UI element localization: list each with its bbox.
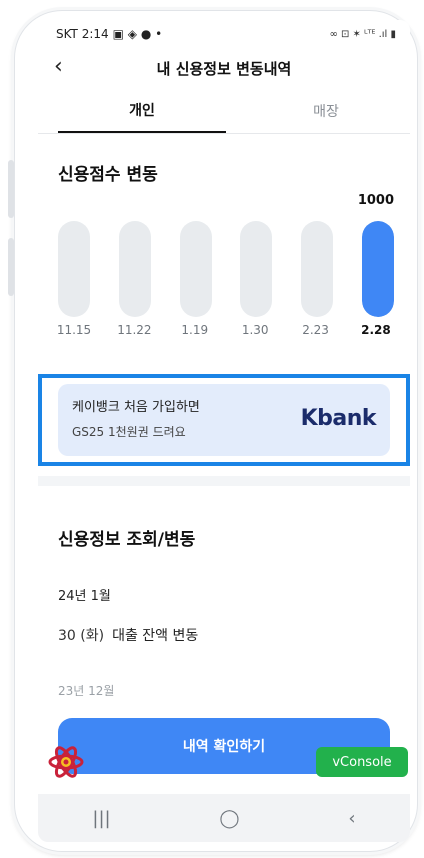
chart-bar xyxy=(240,221,273,317)
notification-icons: ▣ ◈ ● • xyxy=(112,27,163,41)
power-button xyxy=(8,238,14,296)
volume-button xyxy=(8,160,14,218)
month-header-next: 23년 12월 xyxy=(58,684,115,698)
back-icon[interactable]: ‹ xyxy=(54,54,63,79)
chart-x-label: 11.15 xyxy=(56,323,92,337)
chart-value-label: 1000 xyxy=(357,193,394,208)
credit-info-title: 신용정보 조회/변동 xyxy=(58,530,196,550)
chart-x-label: 2.28 xyxy=(361,323,391,337)
chart-x-label: 2.23 xyxy=(302,323,329,337)
entry-text: 대출 잔액 변동 xyxy=(112,628,199,644)
list-item[interactable]: 30 (화) 대출 잔액 변동 xyxy=(58,625,198,645)
chart-bars xyxy=(58,221,394,317)
chart-x-label: 1.19 xyxy=(181,323,209,337)
chart-bar-fill xyxy=(361,221,394,317)
vconsole-button[interactable]: vConsole xyxy=(316,747,408,777)
chart-x-label: 11.22 xyxy=(117,323,152,337)
chart-bar xyxy=(179,221,212,317)
score-section-title: 신용점수 변동 xyxy=(58,165,158,185)
system-nav-bar: ||| ◯ ‹ xyxy=(38,794,410,842)
chart-bar xyxy=(58,221,90,317)
chart-bar xyxy=(301,221,334,317)
home-icon[interactable]: ◯ xyxy=(219,808,239,829)
tab-store[interactable]: 매장 xyxy=(242,88,410,133)
app-screen: SKT 2:14 ▣ ◈ ● • ∞ ⊡ ✶ ᴸᵀᴱ .ıl ▮ ‹ 내 신용정… xyxy=(38,20,410,842)
nav-back-icon[interactable]: ‹ xyxy=(348,808,355,829)
score-chart: 1000 11.15 11.22 1.19 1.30 2.23 2.28 xyxy=(38,191,410,361)
kbank-logo: Kbank xyxy=(300,406,377,431)
entry-date: 30 (화) xyxy=(58,628,105,644)
system-icons: ∞ ⊡ ✶ ᴸᵀᴱ .ıl ▮ xyxy=(329,28,396,40)
chart-bar xyxy=(361,221,394,317)
chart-x-labels: 11.15 11.22 1.19 1.30 2.23 2.28 xyxy=(52,323,398,337)
react-devtools-icon[interactable] xyxy=(48,744,84,780)
kbank-promo-banner[interactable]: 케이뱅크 처음 가입하면 GS25 1천원권 드려요 Kbank xyxy=(58,384,390,456)
chart-x-label: 1.30 xyxy=(241,323,269,337)
section-divider xyxy=(38,476,410,486)
status-bar: SKT 2:14 ▣ ◈ ● • ∞ ⊡ ✶ ᴸᵀᴱ .ıl ▮ xyxy=(38,20,410,48)
tab-personal[interactable]: 개인 xyxy=(58,88,226,133)
page-title: 내 신용정보 변동내역 xyxy=(156,59,292,78)
tab-bar: 개인 매장 xyxy=(38,88,410,134)
month-header: 24년 1월 xyxy=(58,589,111,604)
recent-apps-icon[interactable]: ||| xyxy=(92,808,110,829)
app-bar: ‹ 내 신용정보 변동내역 xyxy=(38,48,410,88)
chart-bar xyxy=(118,221,151,317)
carrier-time: SKT 2:14 xyxy=(56,27,109,41)
